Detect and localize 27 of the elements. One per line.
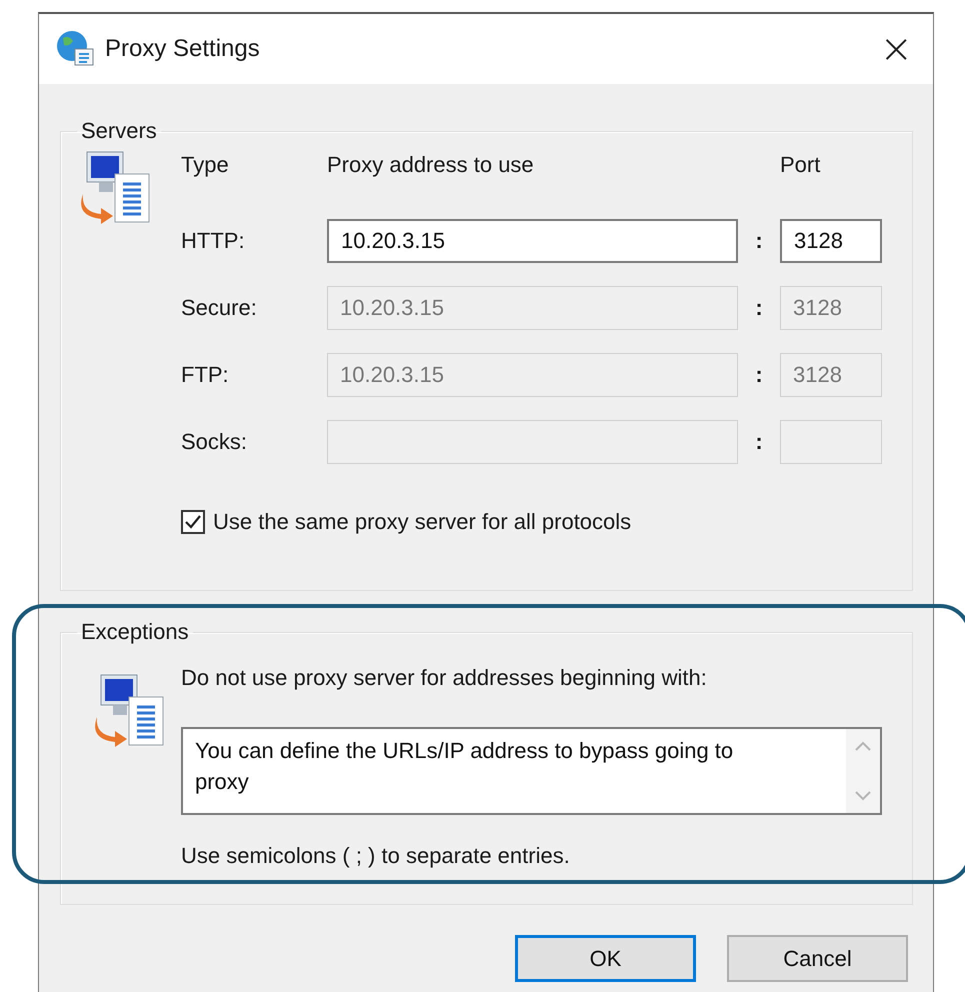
dialog-button[interactable]: OK: [515, 935, 696, 982]
group-label: Servers: [80, 118, 158, 144]
column-header: Proxy address to use: [327, 151, 535, 179]
exceptions-field[interactable]: You can define the URLs/IP address to bypass going to proxy: [181, 727, 882, 815]
scrollbar[interactable]: [846, 729, 880, 813]
protocol-label: Socks:: [181, 429, 248, 455]
checkbox-label[interactable]: Use the same proxy server for all protocols: [213, 509, 632, 535]
address-field[interactable]: 10.20.3.15: [327, 219, 738, 263]
dialog-button[interactable]: Cancel: [727, 935, 908, 982]
column-header: Port: [780, 151, 822, 179]
checkbox[interactable]: [181, 510, 205, 534]
colon-separator: :: [754, 362, 764, 388]
protocol-label: FTP:: [181, 362, 230, 388]
instruction-text: Do not use proxy server for addresses beginning with:: [181, 664, 708, 692]
hint-text: Use semicolons ( ; ) to separate entries.: [181, 842, 571, 870]
colon-separator: :: [754, 429, 764, 455]
port-field[interactable]: 3128: [780, 219, 882, 263]
window-title: Proxy Settings: [105, 35, 260, 63]
colon-separator: :: [754, 295, 764, 321]
colon-separator: :: [754, 228, 764, 254]
close-button[interactable]: ×: [871, 29, 921, 69]
column-header: Type: [181, 151, 230, 179]
protocol-label: Secure:: [181, 295, 258, 321]
scroll-down-icon[interactable]: [853, 789, 873, 803]
group-label: Exceptions: [80, 619, 190, 645]
protocol-label: HTTP:: [181, 228, 246, 254]
scroll-up-icon[interactable]: [853, 739, 873, 753]
